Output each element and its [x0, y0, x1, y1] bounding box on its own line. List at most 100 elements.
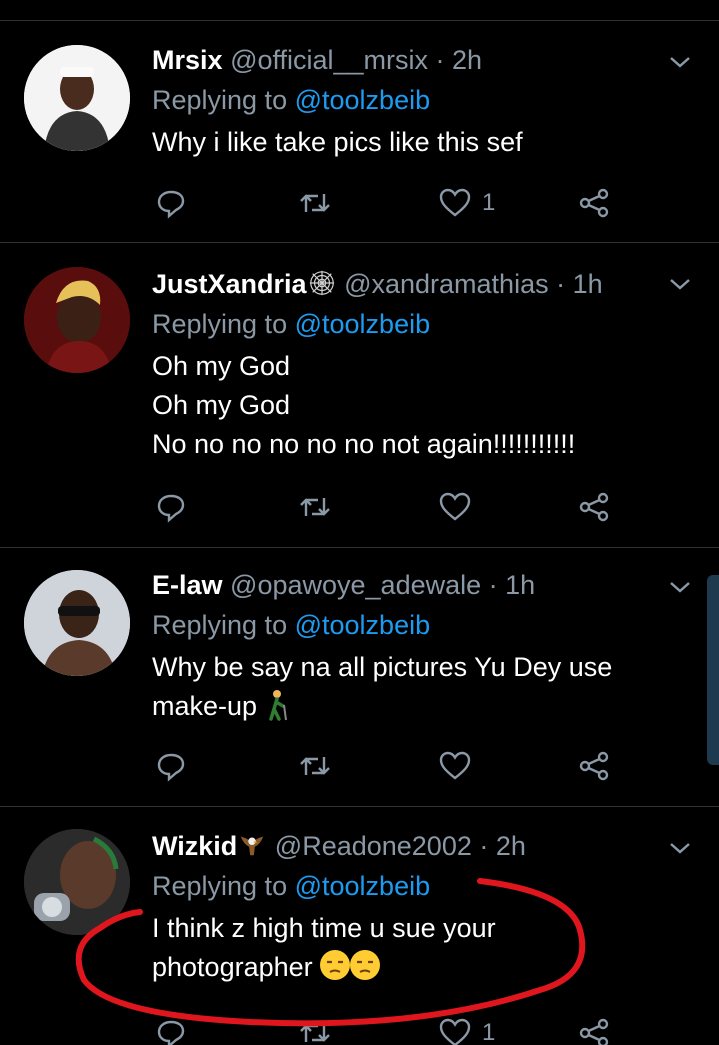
like-button[interactable] — [438, 746, 482, 786]
avatar[interactable] — [24, 45, 130, 151]
heart-icon — [439, 492, 471, 521]
handle[interactable]: @opawoye_adewale — [230, 570, 481, 600]
tweet-header: Mrsix @official__mrsix · 2h — [152, 43, 659, 77]
unamused-face-icon — [350, 950, 381, 980]
tweet-text: Why be say na all pictures Yu Dey use ma… — [152, 648, 659, 726]
timestamp: · 2h — [479, 831, 526, 861]
tweet-text: Oh my God Oh my God No no no no no no no… — [152, 347, 659, 464]
heart-icon — [439, 1018, 471, 1045]
tweet-wizkid[interactable]: Wizkid @Readone2002 · 2h Replying to @to… — [0, 806, 719, 1045]
tweet-text-line: Why i like take pics like this sef — [152, 127, 523, 157]
spider-web-icon — [309, 270, 334, 296]
reply-button[interactable] — [154, 746, 188, 786]
timestamp: · 2h — [435, 45, 483, 75]
avatar-photo — [24, 829, 130, 935]
chevron-down-icon[interactable] — [665, 269, 695, 299]
reply-button[interactable] — [154, 487, 188, 527]
replying-to: Replying to @toolzbeib — [152, 83, 659, 117]
retweet-icon — [300, 194, 330, 212]
tweet-text-line: make-up — [152, 691, 258, 721]
retweet-button[interactable] — [298, 1013, 332, 1045]
retweet-button[interactable] — [298, 487, 332, 527]
handle[interactable]: @official__mrsix — [230, 45, 428, 75]
heart-icon — [439, 751, 471, 780]
chevron-down-icon[interactable] — [665, 47, 695, 77]
chevron-down-icon[interactable] — [665, 833, 695, 863]
tweet-text: Why i like take pics like this sef — [152, 123, 659, 162]
tweet-text-line: I think z high time u sue your — [152, 913, 496, 943]
tweet-actions: 1 — [152, 183, 622, 223]
tweet-text-line-wrapper: photographer — [152, 948, 659, 987]
share-icon — [579, 751, 609, 781]
display-name[interactable]: E-law — [152, 570, 223, 600]
retweet-icon — [300, 1024, 330, 1042]
person-walking-cane-icon — [268, 690, 287, 721]
reply-icon — [157, 1020, 185, 1045]
avatar-photo — [24, 267, 130, 373]
mention-link[interactable]: @toolzbeib — [295, 85, 431, 115]
like-button[interactable]: 1 — [438, 183, 495, 223]
avatar-photo — [24, 570, 130, 676]
tweet-header: E-law @opawoye_adewale · 1h — [152, 568, 659, 602]
like-button[interactable] — [438, 487, 482, 527]
reply-button[interactable] — [154, 1013, 188, 1045]
share-icon — [579, 188, 609, 218]
avatar[interactable] — [24, 829, 130, 935]
tweet-text-line: Oh my God — [152, 351, 291, 381]
handle[interactable]: @xandramathias — [344, 269, 549, 299]
avatar-photo — [24, 45, 130, 151]
eagle-icon — [241, 836, 264, 856]
mention-link[interactable]: @toolzbeib — [295, 309, 431, 339]
replying-to: Replying to @toolzbeib — [152, 307, 659, 341]
display-name[interactable]: Wizkid — [152, 831, 237, 861]
tweet-mrsix[interactable]: Mrsix @official__mrsix · 2h Replying to … — [0, 20, 719, 242]
share-icon — [579, 492, 609, 522]
retweet-button[interactable] — [298, 746, 332, 786]
retweet-button[interactable] — [298, 183, 332, 223]
tweet-justxandria[interactable]: JustXandria @xandramathias · 1h Replying… — [0, 242, 719, 547]
tweet-header: JustXandria @xandramathias · 1h — [152, 267, 659, 301]
tweet-text-line-wrapper: make-up — [152, 687, 659, 726]
replying-prefix: Replying to — [152, 871, 288, 901]
timestamp: · 1h — [556, 269, 603, 299]
tweet-header: Wizkid @Readone2002 · 2h — [152, 829, 659, 863]
reply-icon — [157, 753, 185, 782]
tweet-actions — [152, 746, 622, 786]
reply-icon — [157, 190, 185, 219]
avatar[interactable] — [24, 570, 130, 676]
tweet-text: I think z high time u sue your photograp… — [152, 909, 659, 987]
tweet-text-line: No no no no no no not again!!!!!!!!!!! — [152, 429, 576, 459]
display-name[interactable]: Mrsix — [152, 45, 223, 75]
share-button[interactable] — [577, 1013, 611, 1045]
timestamp: · 1h — [488, 570, 536, 600]
chevron-down-icon[interactable] — [665, 572, 695, 602]
replying-to: Replying to @toolzbeib — [152, 608, 659, 642]
display-name[interactable]: JustXandria — [152, 269, 307, 299]
like-button[interactable]: 1 — [438, 1013, 495, 1045]
mention-link[interactable]: @toolzbeib — [295, 610, 431, 640]
like-count: 1 — [482, 189, 496, 216]
share-button[interactable] — [577, 487, 611, 527]
replying-prefix: Replying to — [152, 610, 288, 640]
tweet-text-line: Why be say na all pictures Yu Dey use — [152, 652, 613, 682]
retweet-icon — [300, 757, 330, 775]
tweet-text-line: photographer — [152, 952, 313, 982]
replying-prefix: Replying to — [152, 85, 288, 115]
replying-to: Replying to @toolzbeib — [152, 869, 659, 903]
reply-button[interactable] — [154, 183, 188, 223]
like-count: 1 — [482, 1019, 496, 1045]
reply-icon — [157, 494, 185, 523]
avatar[interactable] — [24, 267, 130, 373]
tweet-actions: 1 — [152, 1013, 622, 1045]
tweet-actions — [152, 487, 622, 527]
heart-icon — [439, 188, 471, 217]
tweet-e-law[interactable]: E-law @opawoye_adewale · 1h Replying to … — [0, 547, 719, 806]
share-icon — [579, 1018, 609, 1045]
mention-link[interactable]: @toolzbeib — [295, 871, 431, 901]
share-button[interactable] — [577, 183, 611, 223]
scrollbar-thumb[interactable] — [707, 575, 719, 765]
share-button[interactable] — [577, 746, 611, 786]
replying-prefix: Replying to — [152, 309, 288, 339]
unamused-face-icon — [320, 950, 351, 980]
handle[interactable]: @Readone2002 — [275, 831, 472, 861]
